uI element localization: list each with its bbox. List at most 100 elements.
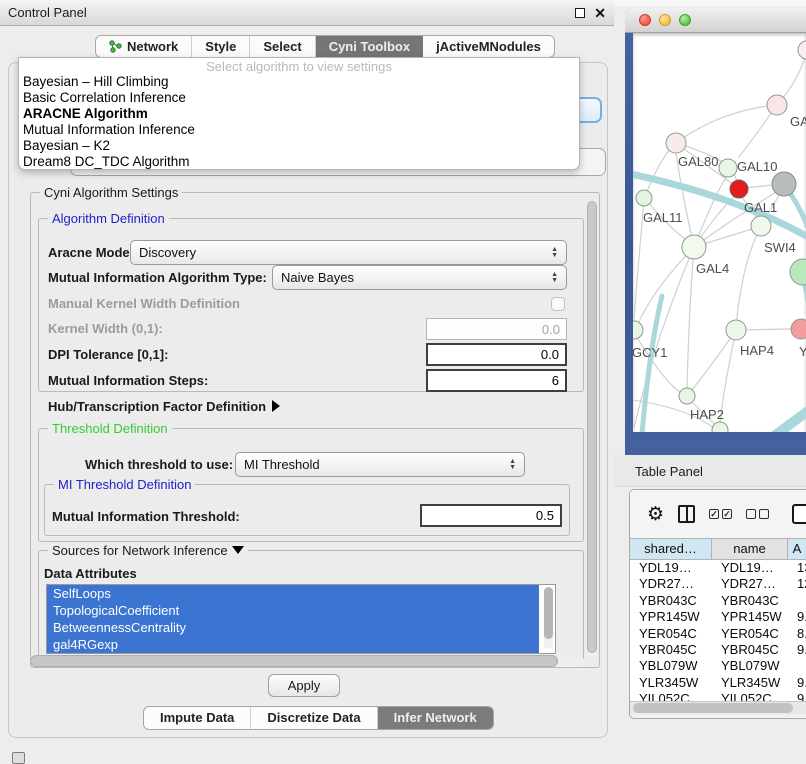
settings-vertical-scrollbar[interactable]	[586, 200, 598, 656]
select-all-columns-icon[interactable]: ✓✓	[709, 509, 732, 519]
table-row[interactable]: YDL19…YDL19…13	[630, 560, 806, 576]
tab-network[interactable]: Network	[96, 36, 192, 57]
settings-group-title: Cyni Algorithm Settings	[40, 185, 182, 200]
zoom-traffic-light-icon[interactable]	[679, 14, 691, 26]
network-node[interactable]	[682, 235, 706, 259]
which-threshold-combo[interactable]: MI Threshold ▲▼	[235, 452, 525, 477]
attr-item[interactable]: SelfLoops	[47, 585, 539, 602]
table-row[interactable]: YBR045CYBR045C9.	[630, 642, 806, 658]
network-node[interactable]	[798, 41, 806, 59]
algorithm-placeholder: Select algorithm to view settings	[19, 59, 579, 74]
network-node[interactable]	[791, 319, 806, 339]
threshold-definition-title: Threshold Definition	[48, 421, 172, 436]
gear-icon[interactable]: ⚙	[647, 504, 664, 524]
dpi-tolerance-label: DPI Tolerance [0,1]:	[48, 347, 168, 362]
network-node[interactable]	[790, 259, 806, 285]
network-node[interactable]	[679, 388, 695, 404]
attr-item[interactable]: BetweennessCentrality	[47, 619, 539, 636]
table-row[interactable]: YBL079WYBL079W	[630, 658, 806, 674]
table-row[interactable]: YDR27…YDR27…12	[630, 576, 806, 592]
data-attributes-label: Data Attributes	[44, 566, 137, 581]
network-node[interactable]	[719, 159, 737, 177]
svg-text:GAL11: GAL11	[643, 210, 683, 225]
split-columns-icon[interactable]	[678, 505, 695, 523]
network-node[interactable]	[767, 95, 787, 115]
mi-steps-field[interactable]: 6	[426, 369, 567, 392]
algorithm-option[interactable]: Bayesian – K2	[19, 138, 579, 154]
table-row[interactable]: YIL052CYIL052C9	[630, 691, 806, 701]
tab-style[interactable]: Style	[192, 36, 250, 57]
tab-jactivemnodules[interactable]: jActiveMNodules	[423, 36, 554, 57]
table-row[interactable]: YLR345WYLR345W9.	[630, 675, 806, 691]
tab-infer-network[interactable]: Infer Network	[378, 707, 493, 729]
table-horizontal-scrollbar[interactable]	[630, 701, 806, 714]
apply-button[interactable]: Apply	[268, 674, 340, 697]
column-header-name[interactable]: name	[712, 538, 788, 560]
deselect-all-columns-icon[interactable]	[746, 509, 769, 519]
mi-threshold-field[interactable]: 0.5	[420, 504, 562, 527]
which-threshold-label: Which threshold to use:	[85, 457, 233, 472]
attr-item[interactable]: TopologicalCoefficient	[47, 602, 539, 619]
table-row[interactable]: YPR145WYPR145W9.	[630, 609, 806, 625]
algorithm-option[interactable]: Basic Correlation Inference	[19, 90, 579, 106]
svg-text:GAL10: GAL10	[737, 159, 777, 174]
table-row[interactable]: YBR043CYBR043C	[630, 593, 806, 609]
svg-text:GAL: GAL	[790, 114, 806, 129]
network-canvas[interactable]: GAL GAL80 GAL10 GAL1 SWI4 GAL11 GAL4 GCY…	[633, 33, 806, 432]
algorithm-option[interactable]: Bayesian – Hill Climbing	[19, 74, 579, 90]
manual-kernel-checkbox[interactable]	[551, 297, 565, 311]
network-nodes	[633, 41, 806, 432]
table-toolbar: ⚙ ✓✓	[630, 490, 806, 538]
minimized-panel-icon[interactable]	[12, 752, 25, 764]
attr-list-scrollbar[interactable]	[544, 587, 553, 649]
algorithm-option[interactable]: Dream8 DC_TDC Algorithm	[19, 154, 579, 170]
network-view-window: GAL GAL80 GAL10 GAL1 SWI4 GAL11 GAL4 GCY…	[625, 8, 806, 455]
svg-text:GCY1: GCY1	[633, 345, 667, 360]
network-window-titlebar	[625, 8, 806, 33]
network-icon	[109, 40, 122, 53]
table-row[interactable]: YER054CYER054C8.	[630, 626, 806, 642]
svg-text:GAL4: GAL4	[696, 261, 729, 276]
network-node[interactable]	[633, 321, 643, 339]
dpi-tolerance-field[interactable]: 0.0	[426, 343, 567, 366]
combo-arrows-icon: ▲▼	[551, 247, 558, 259]
tab-cyni-toolbox[interactable]: Cyni Toolbox	[316, 36, 423, 57]
new-table-icon[interactable]	[792, 504, 806, 524]
tab-discretize-data[interactable]: Discretize Data	[251, 707, 377, 729]
control-panel-tabbar: Network Style Select Cyni Toolbox jActiv…	[95, 35, 555, 58]
svg-text:GAL80: GAL80	[678, 154, 718, 169]
hub-definition-toggle[interactable]: Hub/Transcription Factor Definition	[48, 399, 280, 414]
tab-impute-data[interactable]: Impute Data	[144, 707, 251, 729]
attr-item[interactable]: gal4RGexp	[47, 636, 539, 653]
mi-type-combo[interactable]: Naive Bayes ▲▼	[272, 265, 567, 290]
network-node[interactable]	[726, 320, 746, 340]
network-node[interactable]	[636, 190, 652, 206]
sources-title[interactable]: Sources for Network Inference	[48, 543, 248, 558]
table-panel-titlebar: Table Panel	[614, 455, 806, 487]
mi-steps-label: Mutual Information Steps:	[48, 373, 208, 388]
table-panel-window: ⚙ ✓✓ shared… name A YDL19…YDL19…13 YDR27…	[629, 489, 806, 719]
network-node[interactable]	[751, 216, 771, 236]
network-node-gray[interactable]	[772, 172, 796, 196]
column-header-shared-name[interactable]: shared…	[630, 538, 712, 560]
column-header-partial[interactable]: A	[788, 538, 806, 560]
network-node-selected-red[interactable]	[730, 180, 748, 198]
algorithm-definition-title: Algorithm Definition	[48, 211, 169, 226]
mi-threshold-title: MI Threshold Definition	[54, 477, 195, 492]
kernel-width-field[interactable]: 0.0	[426, 318, 567, 340]
algorithm-option[interactable]: Mutual Information Inference	[19, 122, 579, 138]
algorithm-option-selected[interactable]: ARACNE Algorithm	[19, 106, 579, 122]
float-window-icon[interactable]	[575, 8, 585, 18]
network-node[interactable]	[666, 133, 686, 153]
close-traffic-light-icon[interactable]	[639, 14, 651, 26]
table-header-row: shared… name A	[630, 538, 806, 560]
close-icon[interactable]: ✕	[594, 8, 606, 18]
minimize-traffic-light-icon[interactable]	[659, 14, 671, 26]
svg-text:HAP2: HAP2	[690, 407, 724, 422]
aracne-mode-combo[interactable]: Discovery ▲▼	[130, 240, 567, 265]
tab-select[interactable]: Select	[250, 36, 315, 57]
settings-horizontal-scrollbar[interactable]	[30, 655, 584, 667]
combo-arrows-icon: ▲▼	[509, 459, 516, 471]
svg-text:SWI4: SWI4	[764, 240, 796, 255]
svg-text:HAP4: HAP4	[740, 343, 774, 358]
